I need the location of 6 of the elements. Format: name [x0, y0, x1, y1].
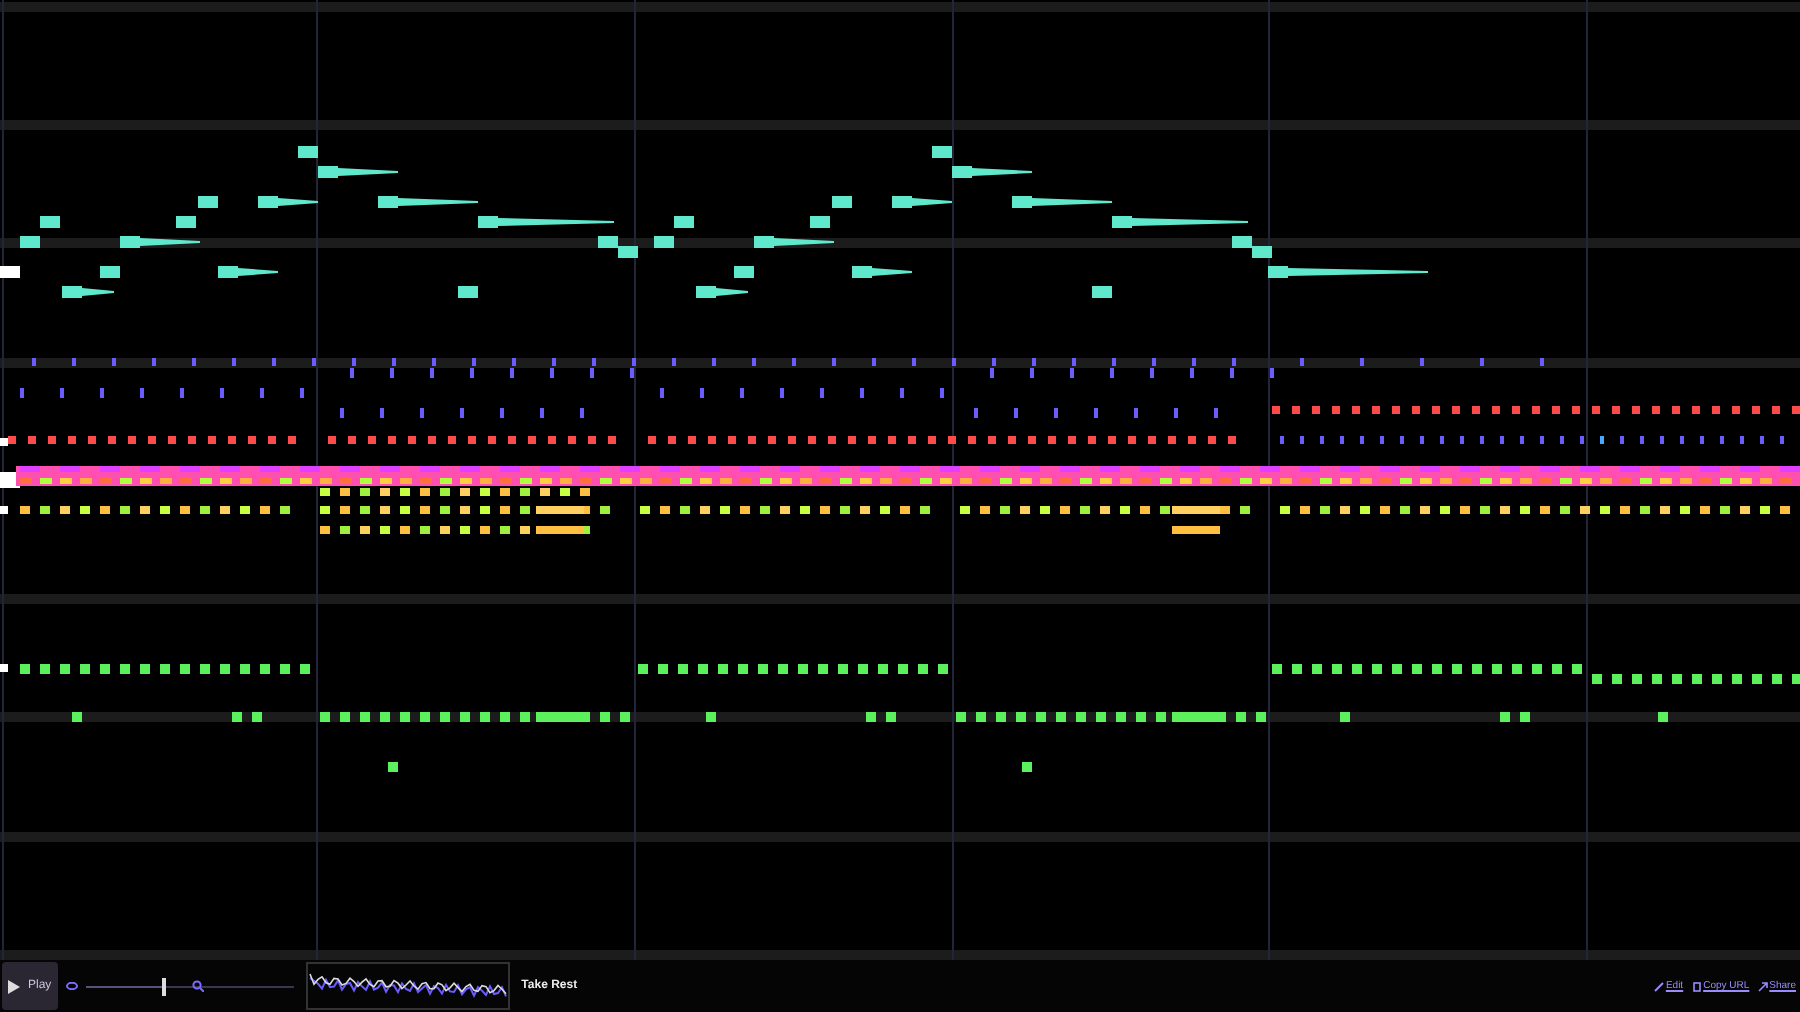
play-icon: [8, 979, 20, 993]
pencil-icon: [1653, 981, 1664, 991]
search-icon: [191, 979, 204, 991]
copy-icon: [1691, 981, 1702, 991]
slider-thumb[interactable]: [162, 977, 167, 995]
arrow-icon: [1757, 981, 1768, 991]
